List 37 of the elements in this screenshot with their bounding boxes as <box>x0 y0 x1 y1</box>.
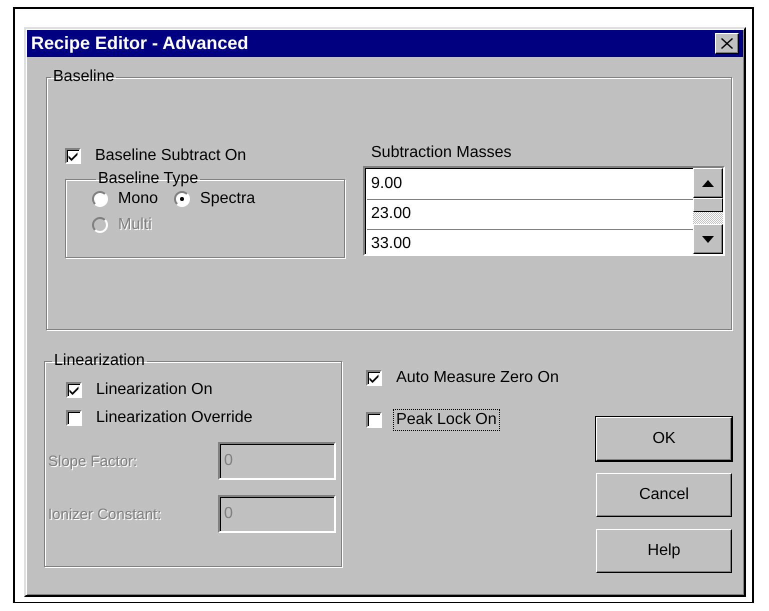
group-title: Baseline <box>52 68 116 86</box>
checkbox-label[interactable]: Auto Measure Zero On <box>393 367 562 389</box>
group-title: Linearization <box>53 352 146 370</box>
dialog-button[interactable]: OK <box>596 417 732 461</box>
list-item[interactable]: 9.00 <box>367 170 693 200</box>
scroll-down-button[interactable] <box>693 224 723 254</box>
dialog-button[interactable]: Help <box>596 529 732 573</box>
checkbox[interactable] <box>66 382 82 398</box>
up-arrow-icon <box>702 180 714 186</box>
field-label: Ionizer Constant: <box>48 506 162 522</box>
radio-label[interactable]: Mono <box>118 190 158 208</box>
checkbox-label[interactable]: Peak Lock On <box>393 409 500 431</box>
dialog-button[interactable]: Cancel <box>596 473 732 517</box>
checkbox[interactable] <box>366 370 382 386</box>
radio-button[interactable] <box>174 191 190 207</box>
down-arrow-icon <box>702 236 714 242</box>
group-title: Baseline Type <box>97 170 200 188</box>
scrollbar-thumb[interactable] <box>693 198 723 212</box>
checkbox[interactable] <box>366 412 382 428</box>
checkbox[interactable] <box>65 148 81 164</box>
radio-button[interactable] <box>92 191 108 207</box>
checkmark-icon <box>68 384 80 396</box>
checkmark-icon <box>368 372 380 384</box>
radio-label[interactable]: Spectra <box>200 190 256 208</box>
checkbox-label[interactable]: Baseline Subtract On <box>92 145 250 167</box>
checkbox-label[interactable]: Linearization On <box>93 379 216 401</box>
scrollbar-track[interactable] <box>693 198 723 224</box>
checkbox-label[interactable]: Linearization Override <box>93 407 256 429</box>
close-icon <box>721 38 733 49</box>
checkmark-icon <box>67 150 79 162</box>
checkbox[interactable] <box>66 410 82 426</box>
scroll-up-button[interactable] <box>693 168 723 198</box>
field-label: Slope Factor: <box>48 452 138 470</box>
list-label: Subtraction Masses <box>370 144 513 163</box>
close-button[interactable] <box>715 33 739 54</box>
list-item[interactable]: 23.00 <box>367 200 693 230</box>
window-title: Recipe Editor - Advanced <box>31 33 248 54</box>
